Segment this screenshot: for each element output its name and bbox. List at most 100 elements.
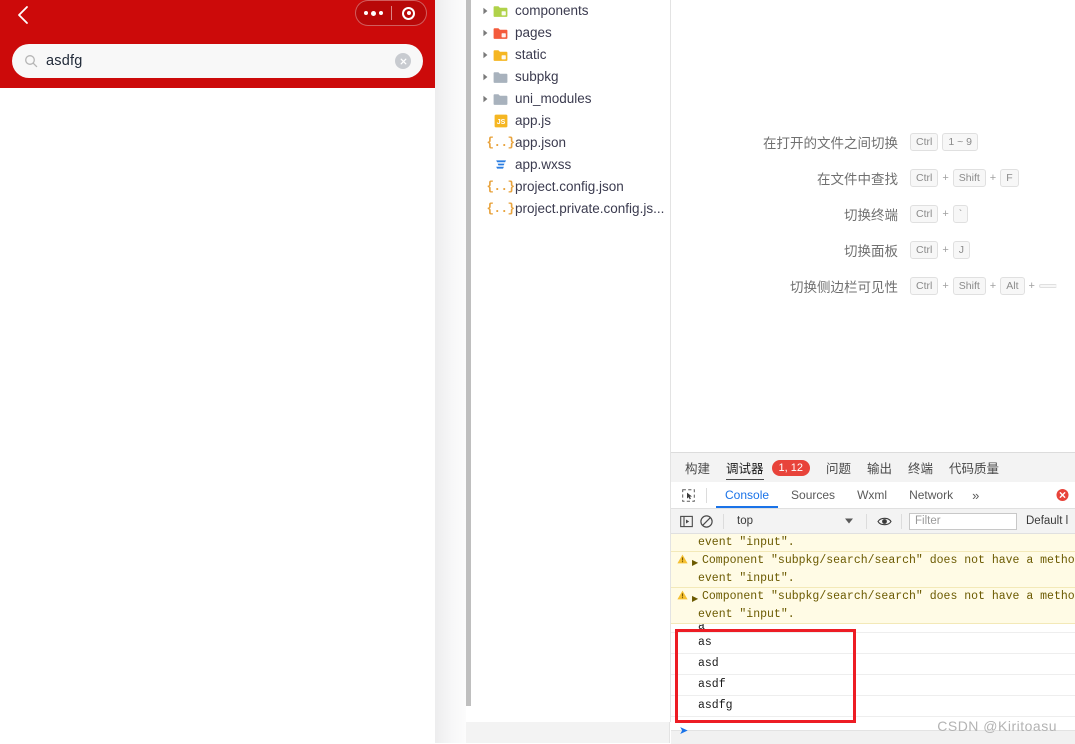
devtools-tab[interactable]: 调试器: [726, 453, 764, 482]
file-tree-item[interactable]: JS app.js: [466, 110, 670, 132]
subtab-divider: [706, 487, 707, 503]
console-warning-text-continued: event "input".: [698, 608, 795, 621]
devtools-subtab[interactable]: Console: [714, 482, 780, 508]
back-chevron-icon[interactable]: [10, 2, 36, 28]
file-tree-item[interactable]: {..} project.config.json: [466, 176, 670, 198]
simulator-page-body: [0, 88, 435, 743]
console-filter-input[interactable]: Filter: [909, 512, 1017, 530]
console-warning-text: Component "subpkg/search/search" does no…: [702, 590, 1075, 603]
file-tree-item[interactable]: {..} app.json: [466, 132, 670, 154]
file-tree-item-label: uni_modules: [515, 91, 592, 107]
expand-arrow-icon[interactable]: ▶: [692, 589, 702, 607]
shortcut-keys: Ctrl + J: [910, 241, 971, 259]
devtools-subtab[interactable]: Network: [898, 482, 964, 508]
inspect-element-icon[interactable]: [677, 485, 699, 505]
shortcut-key: [1038, 284, 1057, 288]
devtools-panel: 构建 调试器 1, 12 问题 输出 终端 代码质量 Console Sources Wxml N…: [671, 452, 1075, 744]
file-tree-item[interactable]: pages: [466, 22, 670, 44]
console-log-row[interactable]: as: [671, 633, 1075, 654]
shortcut-key: Ctrl: [910, 205, 939, 223]
console-log-row[interactable]: asdfg: [671, 696, 1075, 717]
chevron-right-icon[interactable]: [478, 73, 492, 81]
keyboard-shortcuts-list: 在打开的文件之间切换 Ctrl 1 ~ 9 在文件中查找 Ctrl + Shift + F 切换终…: [671, 124, 1075, 304]
file-tree-item[interactable]: subpkg: [466, 66, 670, 88]
console-prompt-caret[interactable]: ➤: [679, 724, 688, 738]
console-toolbar: top Filter Default l: [671, 509, 1075, 534]
file-tree-list: components pages static subpkg uni_modules JS…: [466, 0, 670, 220]
subtabs-holder: Console Sources Wxml Network: [714, 482, 964, 508]
wechat-capsule-button[interactable]: [355, 0, 427, 26]
shortcut-label: 在文件中查找: [817, 172, 898, 187]
file-tree-item-label: project.config.json: [515, 179, 624, 195]
live-expression-eye-icon[interactable]: [874, 511, 894, 531]
shortcut-row: 切换终端 Ctrl + `: [671, 196, 1075, 232]
shortcut-plus-sign: +: [1028, 280, 1035, 292]
devtools-tab[interactable]: 问题: [826, 453, 851, 482]
file-tree-item-label: project.private.config.js...: [515, 201, 665, 217]
shortcut-row: 在文件中查找 Ctrl + Shift + F: [671, 160, 1075, 196]
more-dots-icon[interactable]: [356, 10, 391, 16]
devtools-subtab[interactable]: Sources: [780, 482, 846, 508]
file-tree-item[interactable]: app.wxss: [466, 154, 670, 176]
search-input-value[interactable]: asdfg: [46, 53, 82, 69]
chevron-right-icon[interactable]: [478, 7, 492, 15]
file-tree-item-label: app.js: [515, 113, 552, 129]
devtools-tab[interactable]: 输出: [867, 453, 892, 482]
console-warning-row[interactable]: event "input".: [671, 534, 1075, 552]
chevron-right-icon[interactable]: [478, 95, 492, 103]
shortcut-key: Ctrl: [910, 277, 939, 295]
shortcut-key: Alt: [1000, 277, 1025, 295]
file-tree-item[interactable]: uni_modules: [466, 88, 670, 110]
console-warning-line: ▶ Component "subpkg/search/search" does n…: [671, 589, 1075, 607]
devtools-subtab[interactable]: Wxml: [846, 482, 898, 508]
devtools-tab[interactable]: 代码质量: [949, 453, 999, 482]
shortcut-keys: Ctrl + Shift + Alt +: [910, 277, 1057, 295]
shortcut-keys: Ctrl + Shift + F: [910, 169, 1019, 187]
shortcut-label: 在打开的文件之间切换: [763, 136, 898, 151]
file-tree-item-label: app.json: [515, 135, 567, 151]
search-bar-inner[interactable]: asdfg: [12, 44, 423, 78]
file-tree-item[interactable]: static: [466, 44, 670, 66]
console-context-value: top: [737, 515, 753, 527]
console-log-row[interactable]: a: [671, 624, 1075, 633]
expand-arrow-icon[interactable]: ▶: [692, 553, 702, 571]
shortcut-key: `: [952, 205, 969, 223]
js-file-icon: JS: [492, 114, 509, 128]
execute-sidebar-icon[interactable]: [676, 511, 696, 531]
file-tree-scrollbar[interactable]: [466, 0, 471, 706]
panel-seam-gradient: [435, 0, 466, 743]
chevron-right-icon[interactable]: [478, 51, 492, 59]
shortcut-row: 切换面板 Ctrl + J: [671, 232, 1075, 268]
warning-triangle-icon: [677, 589, 690, 605]
devtools-tab[interactable]: 构建: [685, 453, 710, 482]
shortcut-plus-sign: +: [942, 208, 949, 220]
shortcut-key: Ctrl: [910, 133, 939, 151]
file-tree-item[interactable]: {..} project.private.config.js...: [466, 198, 670, 220]
shortcut-plus-sign: +: [942, 244, 949, 256]
console-warning-text-continued: event "input".: [698, 536, 795, 549]
file-tree-item[interactable]: components: [466, 0, 670, 22]
search-bar[interactable]: asdfg: [12, 44, 423, 78]
folder-icon: [492, 71, 509, 84]
shortcut-key: Shift: [952, 277, 986, 295]
chevron-double-right-icon[interactable]: »: [964, 488, 987, 503]
toolbar-divider-3: [901, 513, 902, 529]
console-context-select[interactable]: top: [731, 512, 859, 531]
error-close-icon[interactable]: [1056, 489, 1069, 502]
file-explorer-footer: [466, 722, 670, 743]
debugger-issue-badge: 1, 12: [771, 459, 810, 476]
console-log-level-select[interactable]: Default l: [1026, 515, 1068, 527]
svg-text:JS: JS: [496, 119, 505, 126]
clear-search-icon[interactable]: [395, 53, 411, 69]
clear-console-icon[interactable]: [696, 511, 716, 531]
devtools-panel-tabs: 构建 调试器 1, 12 问题 输出 终端 代码质量: [671, 453, 1075, 482]
shortcut-plus-sign: +: [942, 280, 949, 292]
chevron-right-icon[interactable]: [478, 29, 492, 37]
console-warning-row[interactable]: ▶ Component "subpkg/search/search" does n…: [671, 588, 1075, 624]
console-warning-row[interactable]: ▶ Component "subpkg/search/search" does n…: [671, 552, 1075, 588]
shortcut-key: Ctrl: [910, 241, 939, 259]
target-circle-icon[interactable]: [392, 6, 427, 20]
console-log-row[interactable]: asd: [671, 654, 1075, 675]
devtools-tab[interactable]: 终端: [908, 453, 933, 482]
console-log-row[interactable]: asdf: [671, 675, 1075, 696]
